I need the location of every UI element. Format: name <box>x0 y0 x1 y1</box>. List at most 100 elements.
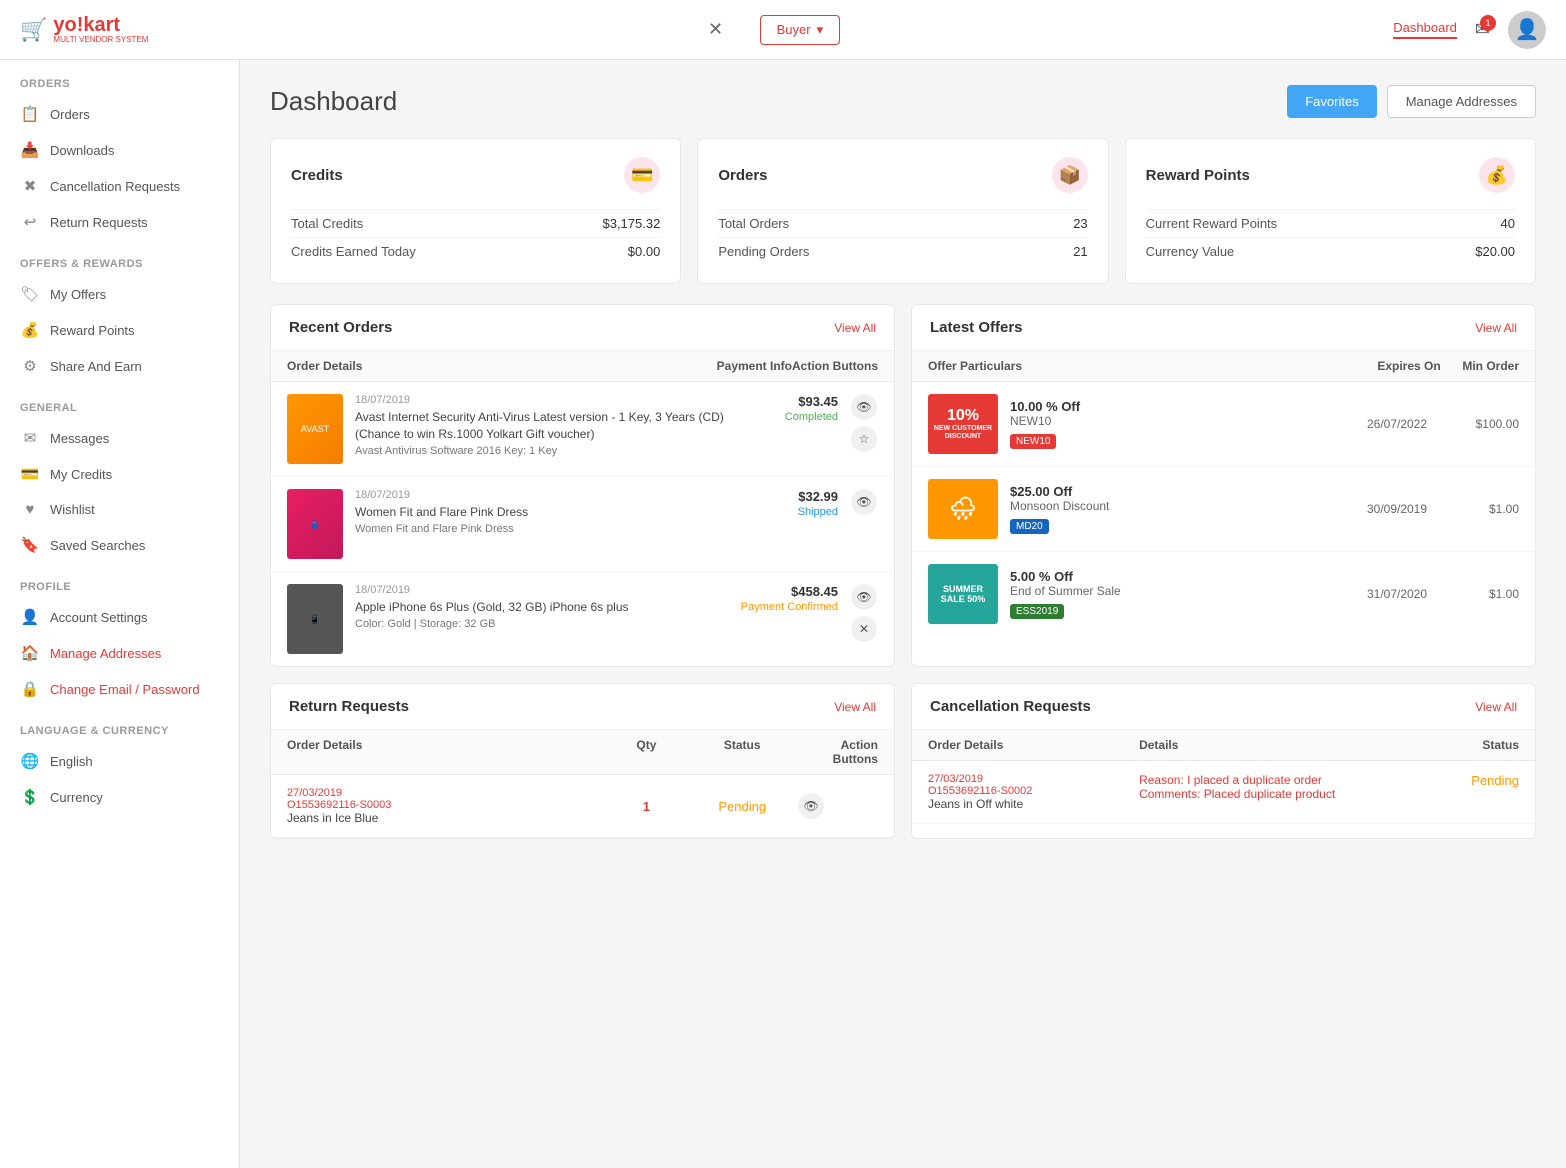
offer-code: MD20 <box>1010 519 1049 534</box>
recent-orders-title: Recent Orders <box>289 319 392 336</box>
return-requests-card: Return Requests View All Order Details Q… <box>270 683 895 839</box>
col-offer-minorder: Min Order <box>1449 359 1519 373</box>
offer-row: 10% NEW CUSTOMER DISCOUNT 10.00 % Off NE… <box>912 382 1535 467</box>
notification-button[interactable]: ✉ 1 <box>1475 19 1490 40</box>
latest-offers-view-all[interactable]: View All <box>1475 321 1517 335</box>
wishlist-icon: ♥ <box>20 501 40 518</box>
order-view-button[interactable]: 👁 <box>851 394 877 420</box>
main-area: ORDERS 📋 Orders 📥 Downloads ✖ Cancellati… <box>0 60 1566 1168</box>
sidebar-section-profile: PROFILE <box>0 563 239 599</box>
address-icon: 🏠 <box>20 644 40 662</box>
order-product-image: 📱 <box>287 584 343 654</box>
credits-icon: 💳 <box>20 465 40 483</box>
col-return-qty: Qty <box>606 738 686 766</box>
order-cancel-button[interactable]: ✕ <box>851 616 877 642</box>
bottom-section: Return Requests View All Order Details Q… <box>270 683 1536 839</box>
sidebar-item-share-earn[interactable]: ⚙ Share And Earn <box>0 348 239 384</box>
buyer-dropdown[interactable]: Buyer ▾ <box>760 15 841 45</box>
cancellation-requests-view-all[interactable]: View All <box>1475 700 1517 714</box>
rewards-title: Reward Points <box>1146 167 1250 184</box>
sidebar-item-wishlist[interactable]: ♥ Wishlist <box>0 492 239 527</box>
page-title: Dashboard <box>270 86 397 117</box>
close-button[interactable]: ✕ <box>702 16 730 44</box>
col-action-buttons: Action Buttons <box>792 359 878 373</box>
cancellation-requests-card: Cancellation Requests View All Order Det… <box>911 683 1536 839</box>
sidebar-item-messages[interactable]: ✉ Messages <box>0 420 239 456</box>
sidebar-item-returns[interactable]: ↩ Return Requests <box>0 204 239 240</box>
order-row: 📱 18/07/2019 Apple iPhone 6s Plus (Gold,… <box>271 572 894 666</box>
logo: 🛒 yo!kart MULTI VENDOR SYSTEM <box>20 15 148 44</box>
sidebar-item-downloads[interactable]: 📥 Downloads <box>0 132 239 168</box>
latest-offers-title: Latest Offers <box>930 319 1023 336</box>
order-date: 18/07/2019 <box>355 489 736 501</box>
avatar[interactable]: 👤 <box>1508 11 1546 49</box>
offer-name: End of Summer Sale <box>1010 584 1345 598</box>
sidebar-section-lang-currency: LANGUAGE & CURRENCY <box>0 707 239 743</box>
manage-addresses-button[interactable]: Manage Addresses <box>1387 85 1536 118</box>
order-view-button[interactable]: 👁 <box>851 584 877 610</box>
order-star-button[interactable]: ☆ <box>851 426 877 452</box>
order-meta: Color: Gold | Storage: 32 GB <box>355 618 729 630</box>
return-qty: 1 <box>643 799 650 814</box>
cancel-status: Pending <box>1471 773 1519 788</box>
order-name: Avast Internet Security Anti-Virus Lates… <box>355 409 736 443</box>
sidebar-item-change-email[interactable]: 🔒 Change Email / Password <box>0 671 239 707</box>
account-icon: 👤 <box>20 608 40 626</box>
sidebar-item-my-credits[interactable]: 💳 My Credits <box>0 456 239 492</box>
sidebar-item-cancellation[interactable]: ✖ Cancellation Requests <box>0 168 239 204</box>
share-icon: ⚙ <box>20 357 40 375</box>
returns-icon: ↩ <box>20 213 40 231</box>
recent-orders-view-all[interactable]: View All <box>834 321 876 335</box>
order-meta: Avast Antivirus Software 2016 Key: 1 Key <box>355 445 736 457</box>
offer-minorder: $1.00 <box>1449 502 1519 516</box>
orders-icon-badge: 📦 <box>1052 157 1088 193</box>
cancel-product-name: Jeans in Off white <box>928 797 1139 811</box>
order-date: 18/07/2019 <box>355 394 736 406</box>
offer-expires: 30/09/2019 <box>1357 502 1437 516</box>
logo-text: yo!kart <box>53 15 148 35</box>
downloads-icon: 📥 <box>20 141 40 159</box>
sidebar-item-orders[interactable]: 📋 Orders <box>0 96 239 132</box>
sidebar-item-my-offers[interactable]: 🏷 My Offers <box>0 276 239 312</box>
sidebar-section-general: GENERAL <box>0 384 239 420</box>
main-content: Dashboard Favorites Manage Addresses Cre… <box>240 60 1566 1168</box>
dashboard-link[interactable]: Dashboard <box>1393 20 1457 39</box>
sidebar-item-reward-points[interactable]: 💰 Reward Points <box>0 312 239 348</box>
order-view-button[interactable]: 👁 <box>851 489 877 515</box>
offer-minorder: $1.00 <box>1449 587 1519 601</box>
return-view-button[interactable]: 👁 <box>798 793 824 819</box>
cancellation-row: 27/03/2019 O1553692116-S0002 Jeans in Of… <box>912 761 1535 824</box>
cancel-order-id: 27/03/2019 O1553692116-S0002 <box>928 773 1139 797</box>
order-row: AVAST 18/07/2019 Avast Internet Security… <box>271 382 894 477</box>
sidebar-item-currency[interactable]: 💲 Currency <box>0 779 239 815</box>
return-requests-view-all[interactable]: View All <box>834 700 876 714</box>
cancellation-requests-title: Cancellation Requests <box>930 698 1091 715</box>
orders-icon: 📋 <box>20 105 40 123</box>
sidebar-item-account-settings[interactable]: 👤 Account Settings <box>0 599 239 635</box>
summary-cards: Credits 💳 Total Credits $3,175.32 Credit… <box>270 138 1536 284</box>
currency-icon: 💲 <box>20 788 40 806</box>
offer-code: ESS2019 <box>1010 604 1064 619</box>
cancel-reason: Reason: I placed a duplicate order <box>1139 773 1420 787</box>
order-status: Shipped <box>748 506 838 518</box>
favorites-button[interactable]: Favorites <box>1287 85 1376 118</box>
col-return-status: Status <box>686 738 798 766</box>
cancellation-icon: ✖ <box>20 177 40 195</box>
order-price: $32.99 <box>748 489 838 504</box>
sidebar-item-saved-searches[interactable]: 🔖 Saved Searches <box>0 527 239 563</box>
order-date: 18/07/2019 <box>355 584 729 596</box>
lock-icon: 🔒 <box>20 680 40 698</box>
sidebar-item-manage-addresses[interactable]: 🏠 Manage Addresses <box>0 635 239 671</box>
order-product-image: 👗 <box>287 489 343 559</box>
messages-icon: ✉ <box>20 429 40 447</box>
return-product-name: Jeans in Ice Blue <box>287 811 606 825</box>
return-requests-title: Return Requests <box>289 698 409 715</box>
orders-title: Orders <box>718 167 767 184</box>
col-cancel-status: Status <box>1421 738 1520 752</box>
offer-minorder: $100.00 <box>1449 417 1519 431</box>
order-row: 👗 18/07/2019 Women Fit and Flare Pink Dr… <box>271 477 894 572</box>
offers-icon: 🏷 <box>20 285 40 303</box>
sidebar-item-english[interactable]: 🌐 English <box>0 743 239 779</box>
offer-discount: 10.00 % Off <box>1010 399 1345 414</box>
offer-image: 10% NEW CUSTOMER DISCOUNT <box>928 394 998 454</box>
